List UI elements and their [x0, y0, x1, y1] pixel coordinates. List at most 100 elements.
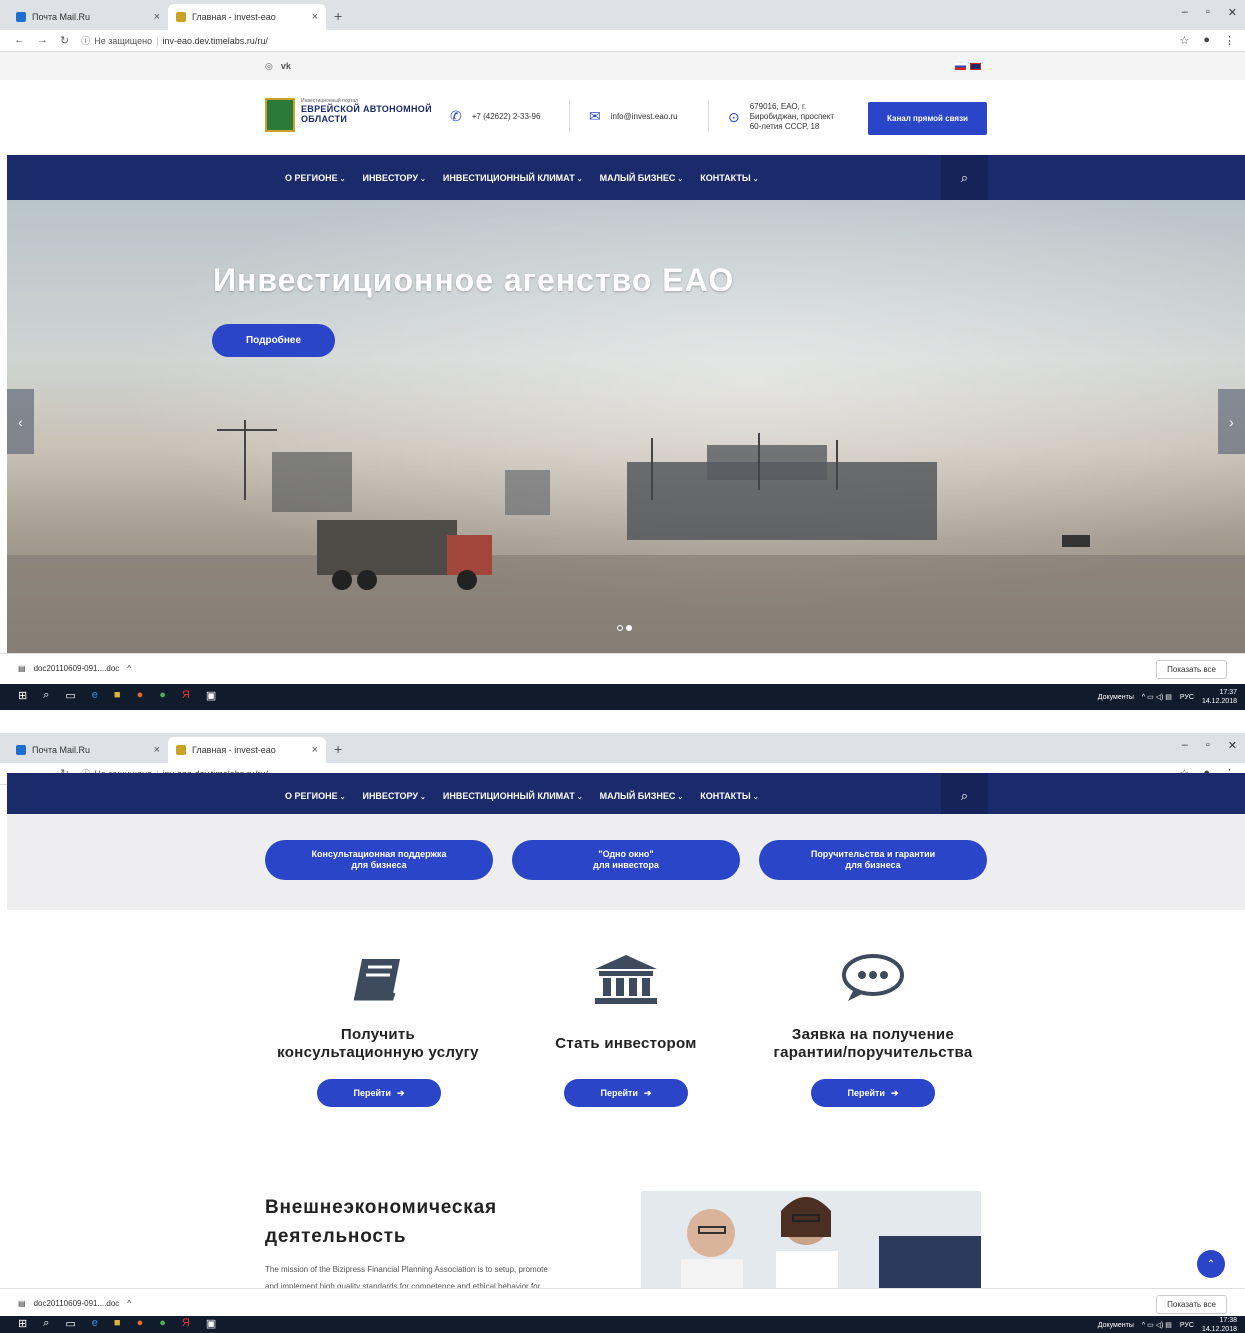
slider-dot-active[interactable]: [626, 625, 632, 631]
firefox-icon[interactable]: ●: [137, 689, 144, 702]
new-tab-icon[interactable]: +: [334, 741, 342, 757]
service-guarantees-button[interactable]: Поручительства и гарантии для бизнеса: [759, 840, 987, 880]
task-view-icon[interactable]: ▭: [65, 1317, 75, 1330]
chrome-icon[interactable]: ●: [159, 689, 166, 702]
chevron-up-icon[interactable]: ^: [127, 1299, 131, 1308]
slider-next-icon[interactable]: ›: [1218, 389, 1245, 454]
vk-icon[interactable]: vk: [281, 61, 291, 72]
yandex-icon[interactable]: Я: [182, 689, 190, 702]
slider-prev-icon[interactable]: ‹: [7, 389, 34, 454]
foreign-trade-title: Внешнеэкономическая деятельность: [265, 1197, 497, 1247]
minimize-icon[interactable]: –: [1182, 6, 1188, 19]
edge-icon[interactable]: e: [92, 1317, 98, 1330]
flag-ru-icon[interactable]: [955, 63, 966, 70]
search-icon[interactable]: ⌕: [941, 155, 988, 200]
download-item[interactable]: ▤ doc20110609-091....doc ^: [18, 664, 131, 673]
task-view-icon[interactable]: ▭: [65, 689, 75, 702]
show-all-button[interactable]: Показать все: [1156, 660, 1227, 679]
edge-icon[interactable]: e: [92, 689, 98, 702]
back-icon[interactable]: ←: [14, 34, 25, 47]
nav-item-investor[interactable]: ИНВЕСТОРУ ⌄: [362, 173, 425, 183]
url-text[interactable]: inv-eao.dev.timelabs.ru/ru/: [162, 36, 267, 46]
nav-item-climate[interactable]: ИНВЕСТИЦИОННЫЙ КЛИМАТ ⌄: [443, 791, 583, 801]
slider-dot[interactable]: [617, 625, 623, 631]
feature-title: Получить консультационную услугу: [277, 1026, 479, 1061]
download-item[interactable]: ▤ doc20110609-091....doc ^: [18, 1299, 131, 1308]
feature-investor-go-button[interactable]: Перейти ➔: [564, 1079, 688, 1107]
more-button[interactable]: Подробнее: [212, 324, 335, 357]
browser-tab-invest[interactable]: Главная - invest-eao ×: [168, 737, 326, 763]
feature-guarantee-go-button[interactable]: Перейти ➔: [811, 1079, 935, 1107]
app-icon[interactable]: ▣: [206, 689, 216, 702]
restore-icon[interactable]: ▫: [1206, 6, 1210, 19]
close-icon[interactable]: ×: [312, 744, 318, 756]
search-icon[interactable]: ⌕: [43, 1317, 49, 1330]
restore-icon[interactable]: ▫: [1206, 739, 1210, 752]
nav-item-small-business[interactable]: МАЛЫЙ БИЗНЕС ⌄: [600, 791, 684, 801]
hotline-button[interactable]: Канал прямой связи: [868, 102, 987, 135]
phone-icon: ✆: [450, 108, 462, 124]
mail-favicon-icon: [16, 12, 26, 22]
clock[interactable]: 17:38 14.12.2018: [1202, 1316, 1237, 1333]
close-window-icon[interactable]: ✕: [1228, 6, 1237, 19]
window-controls: – ▫ ✕: [1182, 6, 1237, 19]
language-indicator[interactable]: РУС: [1180, 1322, 1194, 1329]
nav-item-region[interactable]: О РЕГИОНЕ ⌄: [285, 173, 345, 183]
profile-icon[interactable]: ●: [1203, 34, 1210, 47]
bookmark-star-icon[interactable]: ☆: [1179, 34, 1189, 47]
download-bar: ▤ doc20110609-091....doc ^ Показать все: [0, 653, 1245, 684]
close-icon[interactable]: ×: [154, 11, 160, 23]
scroll-to-top-button[interactable]: ⌃: [1197, 1250, 1225, 1278]
arrow-right-icon: ➔: [396, 1087, 405, 1098]
nav-item-investor[interactable]: ИНВЕСТОРУ ⌄: [362, 791, 425, 801]
show-all-button[interactable]: Показать все: [1156, 1295, 1227, 1314]
clock[interactable]: 17:37 14.12.2018: [1202, 688, 1237, 706]
business-people-photo: [641, 1191, 981, 1291]
omnibox[interactable]: ⓘ Не защищено | inv-eao.dev.timelabs.ru/…: [81, 34, 268, 47]
reload-icon[interactable]: ↻: [60, 34, 69, 47]
firefox-icon[interactable]: ●: [137, 1317, 144, 1330]
forward-icon[interactable]: →: [37, 34, 48, 47]
new-tab-icon[interactable]: +: [334, 8, 342, 24]
tray-icons[interactable]: ^ ▭ ◁) ▤: [1142, 693, 1172, 701]
chrome-icon[interactable]: ●: [159, 1317, 166, 1330]
phone-contact[interactable]: ✆ +7 (42622) 2-33-96: [450, 108, 540, 125]
windows-start-icon[interactable]: ⊞: [18, 689, 27, 702]
nav-item-small-business[interactable]: МАЛЫЙ БИЗНЕС ⌄: [600, 173, 684, 183]
info-icon: ⓘ: [81, 36, 91, 46]
search-icon[interactable]: ⌕: [43, 689, 49, 702]
download-bar: ▤ doc20110609-091....doc ^ Показать все: [0, 1288, 1245, 1319]
nav-item-region[interactable]: О РЕГИОНЕ ⌄: [285, 791, 345, 801]
nav-item-climate[interactable]: ИНВЕСТИЦИОННЫЙ КЛИМАТ ⌄: [443, 173, 583, 183]
hero-title: Инвестиционное агенство ЕАО: [213, 262, 735, 298]
file-explorer-icon[interactable]: ■: [114, 1317, 121, 1330]
close-window-icon[interactable]: ✕: [1228, 739, 1237, 752]
yandex-icon[interactable]: Я: [182, 1317, 190, 1330]
browser-tab-mail[interactable]: Почта Mail.Ru ×: [8, 737, 168, 763]
nav-item-contacts[interactable]: КОНТАКТЫ ⌄: [700, 173, 758, 183]
search-icon[interactable]: ⌕: [941, 773, 988, 818]
windows-start-icon[interactable]: ⊞: [18, 1317, 27, 1330]
browser-tab-mail[interactable]: Почта Mail.Ru ×: [8, 4, 168, 30]
email-contact[interactable]: ✉ info@invest.eao.ru: [589, 108, 678, 125]
flag-uk-icon[interactable]: [970, 63, 981, 70]
browser-tab-invest[interactable]: Главная - invest-eao ×: [168, 4, 326, 30]
close-icon[interactable]: ×: [154, 744, 160, 756]
arrow-right-icon: ➔: [890, 1087, 899, 1098]
documents-label[interactable]: Документы: [1098, 694, 1134, 701]
feature-consulting-go-button[interactable]: Перейти ➔: [317, 1079, 441, 1107]
documents-label[interactable]: Документы: [1098, 1322, 1134, 1329]
menu-dots-icon[interactable]: ⋮: [1224, 34, 1235, 47]
instagram-icon[interactable]: ◎: [265, 61, 273, 72]
close-icon[interactable]: ×: [312, 11, 318, 23]
chevron-up-icon[interactable]: ^: [127, 664, 131, 673]
service-one-window-button[interactable]: "Одно окно" для инвестора: [512, 840, 740, 880]
app-icon[interactable]: ▣: [206, 1317, 216, 1330]
nav-item-contacts[interactable]: КОНТАКТЫ ⌄: [700, 791, 758, 801]
file-explorer-icon[interactable]: ■: [114, 689, 121, 702]
service-consulting-button[interactable]: Консультационная поддержка для бизнеса: [265, 840, 493, 880]
language-indicator[interactable]: РУС: [1180, 694, 1194, 701]
minimize-icon[interactable]: –: [1182, 739, 1188, 752]
site-logo[interactable]: Инвестиционный портал ЕВРЕЙСКОЙ АВТОНОМН…: [265, 98, 432, 132]
tray-icons[interactable]: ^ ▭ ◁) ▤: [1142, 1321, 1172, 1329]
